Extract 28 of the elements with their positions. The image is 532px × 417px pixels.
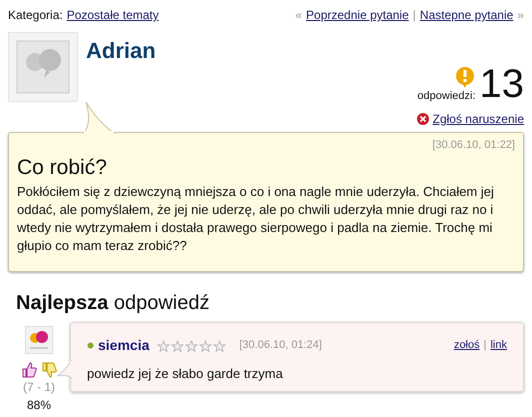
vote-percent: 88% <box>26 397 52 414</box>
separator: | <box>412 7 416 24</box>
permalink[interactable]: link <box>490 337 507 354</box>
question-date: [30.06.10, 01:22] <box>432 139 515 151</box>
author-name: Adrian <box>86 37 156 65</box>
answer-author: siemcia <box>98 336 150 355</box>
question-title: Co robić? <box>17 154 108 180</box>
thumbs-down-icon[interactable] <box>41 362 57 378</box>
answer-body: powiedz jej że słabo garde trzyma <box>87 365 284 383</box>
next-arrow: » <box>517 7 524 24</box>
answers-label: odpowiedzi: <box>417 88 476 104</box>
vote-count: (7 - 1) <box>22 379 55 396</box>
thumbs-up-icon[interactable] <box>21 362 37 378</box>
report-link[interactable]: zołoś <box>454 337 480 354</box>
prev-arrow: « <box>295 7 302 24</box>
close-icon <box>416 113 429 125</box>
report-link[interactable]: Zgłoś naruszenie <box>432 110 524 128</box>
avatar-icon <box>25 326 53 354</box>
next-question-link[interactable]: Nastepne pytanie <box>420 6 514 24</box>
answers-count: 13 <box>480 64 524 104</box>
category-label: Kategoria: <box>8 7 63 24</box>
answer-date: [30.06.10, 01:24] <box>239 338 322 354</box>
separator: | <box>484 338 486 354</box>
avatar-icon <box>8 32 78 102</box>
category-link[interactable]: Pozostałe tematy <box>66 6 159 24</box>
section-heading: Najlepsza odpowiedź <box>16 291 210 316</box>
question-body: Pokłóciłem się z dziewczyną mniejsza o co i ona nagle mnie uderzyła. Chciałem jej oddać, ale pomyślałem, że jej nie uderzę, ale po chwili uderzyła mnie drugi raz no i wtedy nie wytrzymałem i dostała prawego sierpowego i padla na ziemie. Trochę mi głupio co mam teraz zrobić?? <box>17 183 495 255</box>
previous-question-link[interactable]: Poprzednie pytanie <box>306 6 409 24</box>
